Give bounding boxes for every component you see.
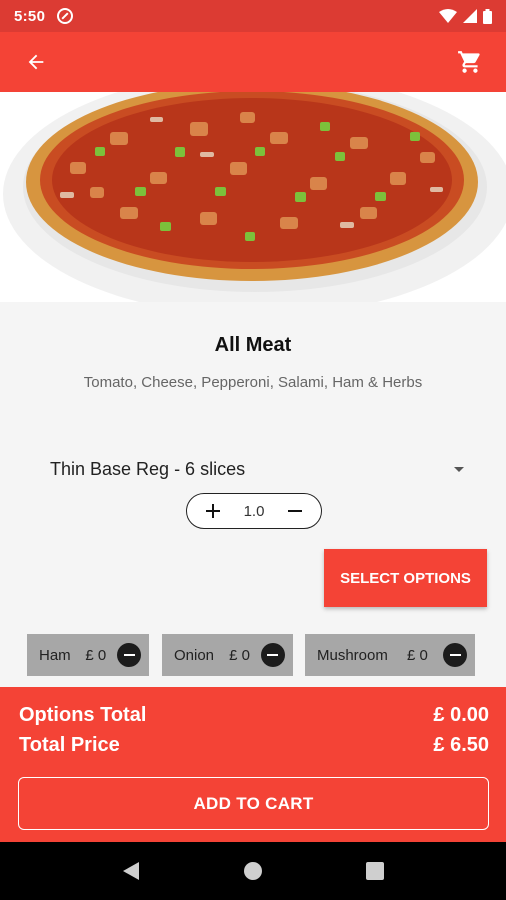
cart-button[interactable] <box>454 46 486 78</box>
total-price-row: Total Price £ 6.50 <box>19 734 489 757</box>
remove-circle-icon[interactable] <box>443 643 467 667</box>
plus-icon <box>206 504 220 518</box>
dropdown-arrow-icon <box>454 466 464 472</box>
remove-circle-icon[interactable] <box>260 643 285 667</box>
option-chip-label: Onion <box>174 646 215 664</box>
quantity-stepper: 1.0 <box>186 493 322 529</box>
remove-circle-icon[interactable] <box>117 643 141 667</box>
status-bar: 5:50 <box>0 0 506 32</box>
option-chip-ham[interactable]: Ham £ 0 <box>27 634 149 676</box>
cart-icon <box>458 51 480 73</box>
triangle-back-icon <box>123 862 139 880</box>
total-price-value: £ 6.50 <box>433 734 489 756</box>
product-image <box>0 92 506 302</box>
product-title: All Meat <box>214 334 292 356</box>
nav-back-button[interactable] <box>111 851 151 891</box>
add-to-cart-button[interactable]: ADD TO CART <box>18 777 489 830</box>
arrow-left-icon <box>28 54 44 70</box>
total-price-label: Total Price <box>19 734 120 756</box>
select-options-button[interactable]: SELECT OPTIONS <box>324 549 487 607</box>
decrease-quantity-button[interactable] <box>285 501 305 521</box>
option-chip-mushroom[interactable]: Mushroom £ 0 <box>305 634 475 676</box>
system-nav-bar <box>0 842 506 900</box>
option-chip-price: £ 0 <box>407 646 428 664</box>
minus-icon <box>287 510 302 512</box>
nav-home-button[interactable] <box>233 851 273 891</box>
battery-icon <box>483 8 492 24</box>
back-button[interactable] <box>20 46 52 78</box>
option-chip-price: £ 0 <box>85 646 107 664</box>
product-description: Tomato, Cheese, Pepperoni, Salami, Ham &… <box>83 374 423 391</box>
nav-recents-button[interactable] <box>355 851 395 891</box>
options-total-value: £ 0.00 <box>433 704 489 726</box>
option-chip-price: £ 0 <box>229 646 250 664</box>
increase-quantity-button[interactable] <box>203 501 223 521</box>
wifi-icon <box>439 9 457 23</box>
quantity-value: 1.0 <box>243 502 265 520</box>
data-saver-icon <box>57 8 74 24</box>
order-summary-footer: Options Total £ 0.00 Total Price £ 6.50 … <box>0 687 506 842</box>
option-chip-label: Mushroom <box>317 646 388 664</box>
square-recents-icon <box>366 862 384 880</box>
options-total-label: Options Total <box>19 704 147 726</box>
options-total-row: Options Total £ 0.00 <box>19 704 489 727</box>
size-selected-value: Thin Base Reg - 6 slices <box>50 458 246 479</box>
app-bar <box>0 32 506 92</box>
signal-icon <box>463 9 477 23</box>
option-chip-onion[interactable]: Onion £ 0 <box>162 634 293 676</box>
status-time: 5:50 <box>14 7 46 25</box>
circle-home-icon <box>244 862 262 880</box>
size-dropdown[interactable]: Thin Base Reg - 6 slices <box>50 452 470 486</box>
status-icons <box>439 8 492 24</box>
option-chip-label: Ham <box>39 646 71 664</box>
